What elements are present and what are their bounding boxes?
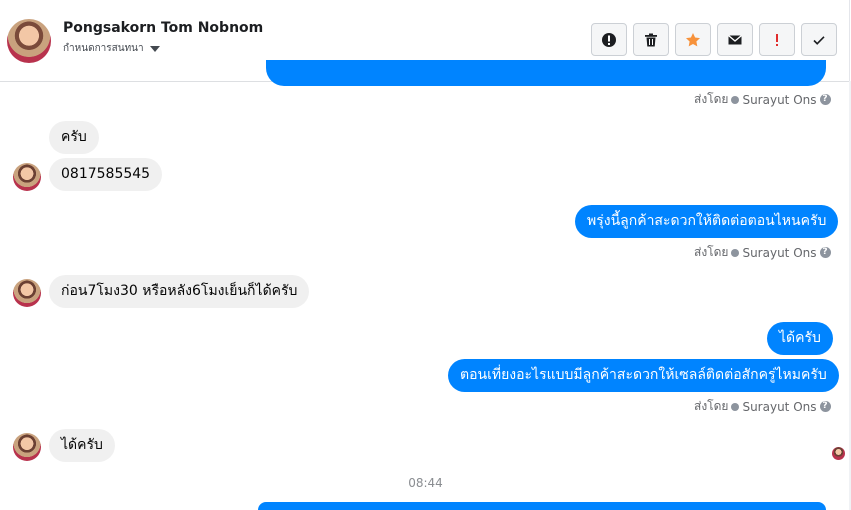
header-actions [591, 23, 837, 56]
sent-by-info: ส่งโดย Surayut Ons ? [694, 90, 831, 109]
message-bubble-outgoing[interactable]: ได้ครับ [767, 322, 833, 355]
sent-by-label: ส่งโดย [694, 245, 729, 259]
message-bubble-incoming[interactable]: ก่อน7โมง30 หรือหลัง6โมงเย็นก็ได้ครับ [49, 275, 310, 308]
sender-name[interactable]: Surayut Ons [742, 93, 816, 107]
sender-name[interactable]: Surayut Ons [742, 400, 816, 414]
message-bubble-incoming[interactable]: 0817585545 [49, 158, 163, 191]
assign-label: กำหนดการสนทนา [63, 43, 144, 54]
page-icon [731, 402, 740, 411]
star-button[interactable] [675, 23, 711, 56]
message-bubble-outgoing[interactable] [258, 502, 826, 510]
message-bubble-outgoing[interactable] [266, 60, 826, 86]
message-bubble-outgoing[interactable]: ตอนเที่ยงอะไรแบบมีลูกค้าสะดวกให้เซลล์ติด… [448, 359, 839, 392]
sent-by-label: ส่งโดย [694, 92, 729, 106]
page-icon [731, 248, 740, 257]
envelope-icon [728, 34, 742, 44]
exclamation-icon [776, 33, 778, 46]
trash-icon [645, 33, 657, 46]
check-icon [813, 35, 825, 45]
contact-avatar[interactable] [7, 19, 51, 63]
contact-avatar-small[interactable] [13, 163, 41, 191]
exclamation-circle-icon [602, 32, 616, 47]
seen-indicator-avatar [832, 447, 845, 460]
sent-by-info: ส่งโดย Surayut Ons ? [694, 243, 831, 262]
message-bubble-outgoing[interactable]: พรุ่งนี้ลูกค้าสะดวกให้ติดต่อตอนไหนครับ [575, 205, 839, 238]
help-icon[interactable]: ? [819, 94, 831, 105]
sender-name[interactable]: Surayut Ons [742, 246, 816, 260]
help-icon[interactable]: ? [819, 401, 831, 412]
sent-by-label: ส่งโดย [694, 399, 729, 413]
delete-button[interactable] [633, 23, 669, 56]
mark-unread-button[interactable] [717, 23, 753, 56]
assign-conversation-dropdown[interactable]: กำหนดการสนทนา [63, 41, 160, 56]
page-icon [731, 95, 740, 104]
spam-button[interactable] [591, 23, 627, 56]
done-button[interactable] [801, 23, 837, 56]
sent-by-info: ส่งโดย Surayut Ons ? [694, 397, 831, 416]
caret-down-icon [149, 45, 160, 52]
contact-avatar-small[interactable] [13, 279, 41, 307]
contact-name[interactable]: Pongsakorn Tom Nobnom [63, 20, 263, 36]
timestamp: 08:44 [408, 476, 443, 490]
contact-avatar-small[interactable] [13, 433, 41, 461]
star-icon [686, 32, 700, 46]
help-icon[interactable]: ? [819, 247, 831, 258]
follow-up-button[interactable] [759, 23, 795, 56]
message-bubble-incoming[interactable]: ครับ [49, 121, 99, 154]
message-bubble-incoming[interactable]: ได้ครับ [49, 429, 115, 462]
